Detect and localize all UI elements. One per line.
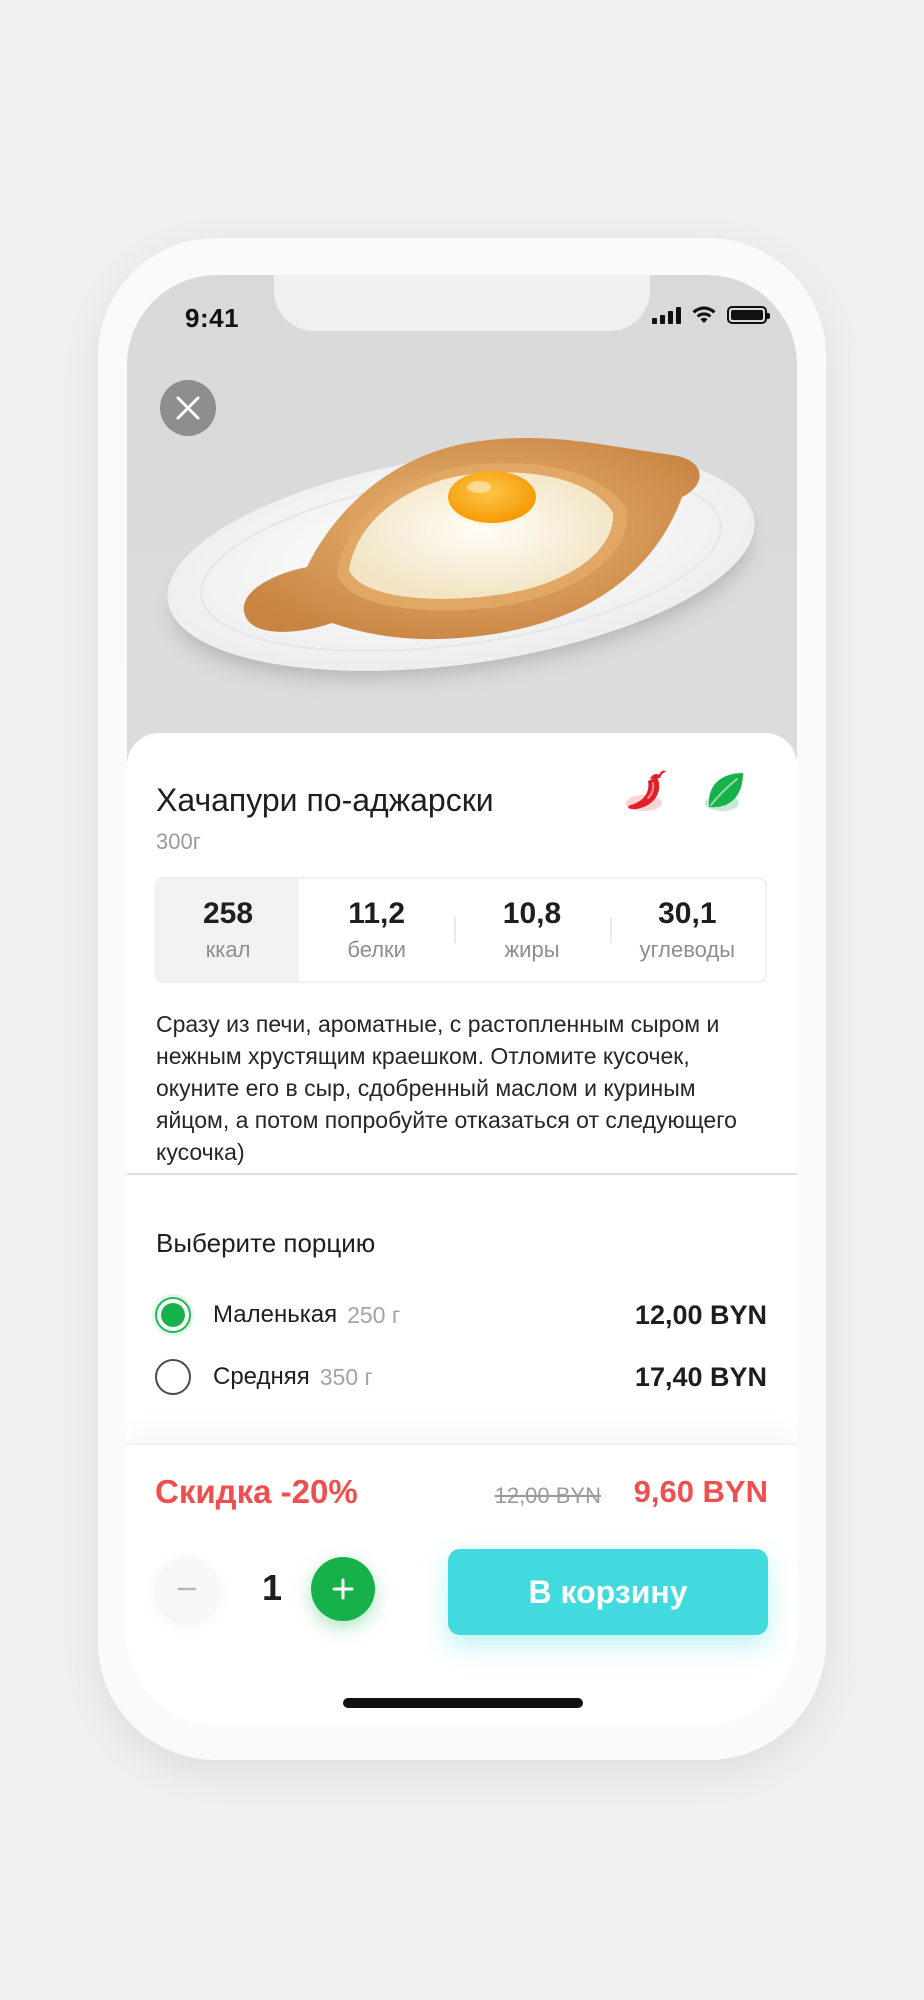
decrease-quantity-button[interactable] (155, 1557, 219, 1621)
close-button[interactable] (160, 380, 216, 436)
nutrition-label: жиры (504, 937, 560, 962)
portion-option-medium[interactable]: Средняя 350 г 17,40 BYN (155, 1357, 767, 1397)
discount-label: Скидка -20% (155, 1473, 358, 1510)
wifi-icon (692, 306, 716, 323)
close-icon (176, 396, 200, 420)
minus-icon (177, 1587, 197, 1591)
portion-name: Маленькая (213, 1301, 338, 1328)
leaf-icon (705, 773, 743, 811)
nutrition-label: белки (347, 937, 406, 962)
nutrition-divider (454, 917, 457, 943)
radio-button-selected[interactable] (155, 1297, 191, 1333)
portion-weight: 250 г (347, 1301, 401, 1328)
portion-weight: 350 г (319, 1363, 373, 1390)
battery-icon (727, 306, 770, 324)
product-title: Хачапури по-аджарски (156, 782, 494, 818)
portion-price: 17,40 BYN (634, 1361, 767, 1392)
home-indicator[interactable] (343, 1698, 583, 1708)
product-screen: 9:41 Хачапури по-аджарски 300г 258 ккал … (127, 275, 797, 1725)
nutrition-facts: 258 ккал 11,2 белки 10,8 жиры 30,1 углев… (155, 877, 767, 983)
add-to-cart-button[interactable]: В корзину (448, 1549, 768, 1635)
nutrition-value: 258 (202, 897, 254, 930)
nutrition-fats[interactable]: 10,8 жиры (454, 879, 609, 981)
plus-icon (332, 1578, 354, 1600)
nutrition-proteins[interactable]: 11,2 белки (299, 879, 454, 981)
status-icons (652, 305, 770, 325)
radio-button[interactable] (155, 1359, 191, 1395)
nutrition-divider (609, 917, 612, 943)
section-divider (127, 1173, 797, 1175)
checkout-panel: Скидка -20% 12,00 BYN 9,60 BYN 1 В корзи… (127, 1443, 797, 1725)
cellular-signal-icon (652, 306, 681, 324)
product-hero: 9:41 (127, 275, 797, 795)
increase-quantity-button[interactable] (311, 1557, 375, 1621)
nutrition-calories[interactable]: 258 ккал (157, 879, 299, 981)
portion-section-title: Выберите порцию (156, 1228, 376, 1258)
nutrition-label: ккал (205, 937, 251, 962)
portion-price: 12,00 BYN (634, 1299, 767, 1330)
nutrition-value: 30,1 (658, 897, 717, 930)
quantity-value: 1 (261, 1567, 283, 1608)
nutrition-value: 11,2 (348, 897, 406, 930)
khachapuri-image (167, 437, 755, 678)
portion-option-small[interactable]: Маленькая 250 г 12,00 BYN (155, 1295, 767, 1335)
chili-pepper-icon (626, 770, 666, 811)
product-description: Сразу из печи, ароматные, с растопленным… (156, 1011, 737, 1165)
nutrition-carbs[interactable]: 30,1 углеводы (609, 879, 765, 981)
old-price: 12,00 BYN (494, 1483, 601, 1508)
status-time: 9:41 (185, 303, 240, 333)
new-price: 9,60 BYN (633, 1474, 768, 1509)
device-notch (274, 275, 650, 331)
nutrition-label: углеводы (639, 937, 736, 962)
portion-name: Средняя (213, 1363, 310, 1390)
product-details-sheet: Хачапури по-аджарски 300г 258 ккал 11,2 … (127, 733, 797, 1725)
nutrition-value: 10,8 (502, 897, 562, 930)
product-weight: 300г (156, 829, 201, 854)
